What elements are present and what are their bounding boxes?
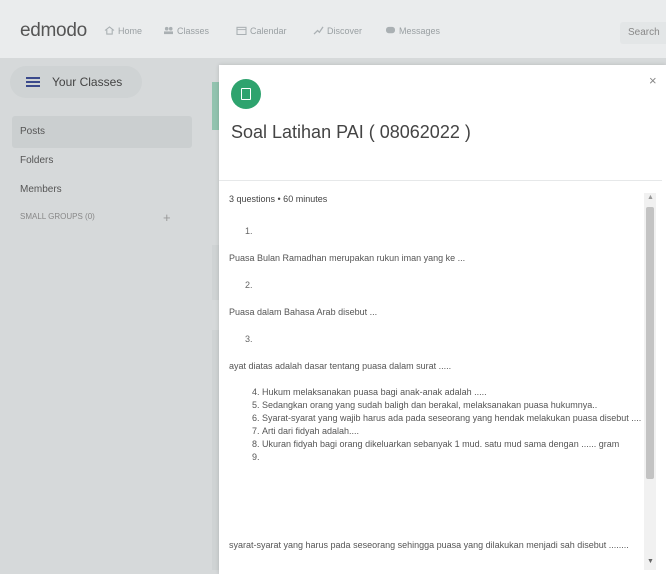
add-small-group-button[interactable]: + <box>163 210 171 225</box>
sidebar-small-groups: SMALL GROUPS (0) <box>20 212 95 221</box>
scroll-down-icon[interactable]: ▼ <box>647 558 654 565</box>
nav-messages[interactable]: Messages <box>385 26 440 36</box>
list-item: Arti dari fidyah adalah.... <box>262 425 642 437</box>
question-number: 3. <box>245 334 253 344</box>
nav-discover-label: Discover <box>327 26 363 36</box>
modal-title: Soal Latihan PAI ( 08062022 ) <box>231 122 471 142</box>
scrollbar-thumb[interactable] <box>646 207 654 479</box>
list-item <box>262 451 642 463</box>
question-text: Puasa Bulan Ramadhan merupakan rukun ima… <box>229 253 466 263</box>
nav-calendar-label: Calendar <box>250 26 287 36</box>
nav-discover[interactable]: Discover <box>313 26 362 36</box>
question-number: 1. <box>245 226 253 236</box>
top-nav: edmodo Home Classes Calendar Discover Me… <box>0 0 666 58</box>
nav-home-label: Home <box>118 26 143 36</box>
sidebar-item-folders[interactable]: Folders <box>20 155 53 166</box>
nav-messages-label: Messages <box>399 26 441 36</box>
home-icon <box>104 26 115 35</box>
messages-icon <box>386 26 395 34</box>
classes-icon <box>164 26 173 35</box>
background-post-card <box>212 330 219 570</box>
search-input[interactable]: Search <box>620 22 666 44</box>
sidebar-item-posts[interactable]: Posts <box>20 126 45 137</box>
question-number: 2. <box>245 280 253 290</box>
assignment-modal: × Soal Latihan PAI ( 08062022 ) 3 questi… <box>219 65 666 574</box>
content-scrollbar[interactable]: ▲ ▼ <box>644 193 656 570</box>
quiz-meta: 3 questions • 60 minutes <box>229 194 328 204</box>
list-item: Sedangkan orang yang sudah baligh dan be… <box>262 399 642 411</box>
question-text: Puasa dalam Bahasa Arab disebut ... <box>229 307 378 317</box>
nav-classes[interactable]: Classes <box>163 26 209 36</box>
question-text: syarat-syarat yang harus pada seseorang … <box>229 540 629 550</box>
sidebar-item-members[interactable]: Members <box>20 184 62 195</box>
background-post-card <box>212 245 219 300</box>
scroll-up-icon[interactable]: ▲ <box>647 194 654 201</box>
hamburger-menu-icon <box>26 77 40 87</box>
your-classes-button[interactable]: Your Classes <box>10 66 142 98</box>
list-item: Hukum melaksanakan puasa bagi anak-anak … <box>262 386 642 398</box>
list-item: Syarat-syarat yang wajib harus ada pada … <box>262 412 642 424</box>
edmodo-logo[interactable]: edmodo <box>20 20 87 42</box>
calendar-icon <box>236 26 247 35</box>
close-icon[interactable]: × <box>649 73 657 88</box>
question-list: Hukum melaksanakan puasa bagi anak-anak … <box>229 386 642 464</box>
list-item: Ukuran fidyah bagi orang dikeluarkan seb… <box>262 438 642 450</box>
nav-home[interactable]: Home <box>104 26 142 36</box>
question-text: ayat diatas adalah dasar tentang puasa d… <box>229 361 452 371</box>
your-classes-label: Your Classes <box>52 75 123 89</box>
assignment-icon <box>231 79 261 109</box>
background-post-accent <box>212 82 219 130</box>
header-divider <box>219 180 662 181</box>
discover-icon <box>313 26 324 35</box>
nav-calendar[interactable]: Calendar <box>236 26 287 36</box>
nav-classes-label: Classes <box>177 26 210 36</box>
quiz-content: 3 questions • 60 minutes 1. Puasa Bulan … <box>229 194 656 574</box>
